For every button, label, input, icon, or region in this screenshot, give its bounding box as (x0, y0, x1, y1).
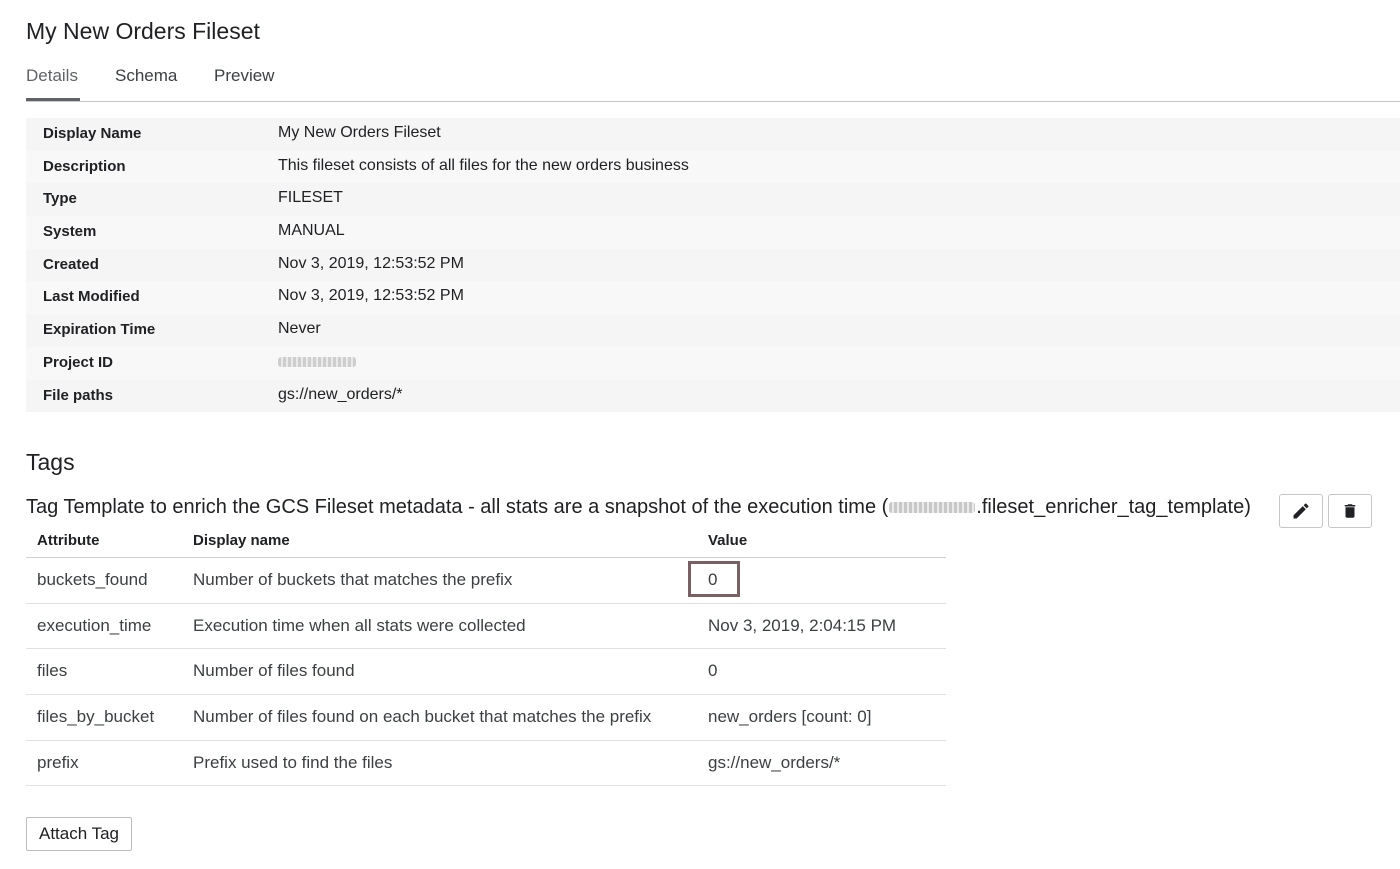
details-row: System MANUAL (26, 216, 1400, 249)
redacted-blur (278, 356, 356, 367)
details-label: Last Modified (43, 288, 140, 306)
delete-tag-button[interactable] (1328, 494, 1372, 528)
details-label: Type (43, 190, 77, 208)
tab-bar: Details Schema Preview (26, 62, 1400, 102)
attach-tag-button[interactable]: Attach Tag (26, 817, 132, 851)
project-id-redacted (278, 353, 356, 372)
redacted-blur (889, 502, 976, 514)
details-label: Expiration Time (43, 321, 156, 339)
display-name-cell: Number of buckets that matches the prefi… (193, 570, 513, 589)
value-cell: new_orders [count: 0] (708, 707, 872, 727)
value-cell: Nov 3, 2019, 2:04:15 PM (708, 615, 897, 635)
column-header: Attribute (37, 532, 100, 549)
details-label: Display Name (43, 125, 142, 142)
attribute-cell: prefix (37, 752, 79, 772)
details-row: Last Modified Nov 3, 2019, 12:53:52 PM (26, 281, 1400, 315)
details-label: System (43, 223, 97, 241)
details-row: Expiration Time Never (26, 314, 1400, 347)
table-row: buckets_found Number of buckets that mat… (26, 558, 946, 604)
tag-template-text: Tag Template to enrich the GCS Fileset m… (26, 496, 889, 518)
attribute-cell: files_by_bucket (37, 707, 155, 727)
details-table: Display Name My New Orders Fileset Descr… (26, 118, 1400, 413)
table-row: files Number of files found 0 (26, 649, 946, 696)
details-value: This fileset consists of all files for t… (278, 156, 689, 174)
attribute-cell: execution_time (37, 615, 152, 635)
display-name-cell: Execution time when all stats were colle… (193, 615, 526, 635)
attribute-cell: buckets_found (37, 570, 148, 589)
value-cell: 0 (708, 570, 718, 589)
details-row: Project ID (26, 346, 1400, 380)
details-row: Display Name My New Orders Fileset (26, 118, 1400, 151)
details-value: MANUAL (278, 222, 345, 240)
tab-preview[interactable]: Preview (214, 66, 274, 86)
details-value: Never (278, 320, 321, 338)
details-value: My New Orders Fileset (278, 124, 441, 141)
trash-icon (1344, 504, 1356, 518)
details-label: Project ID (43, 353, 114, 371)
tab-schema[interactable]: Schema (115, 66, 177, 86)
pencil-icon (1293, 503, 1309, 519)
tag-template-title: Tag Template to enrich the GCS Fileset m… (26, 496, 1251, 519)
details-label: Created (43, 255, 99, 273)
details-value: FILESET (278, 189, 343, 207)
tag-template-name: .fileset_enricher_tag_template) (976, 496, 1251, 518)
details-value: gs://new_orders/* (278, 385, 403, 403)
page-title: My New Orders Fileset (26, 18, 260, 44)
details-value: Nov 3, 2019, 12:53:52 PM (278, 254, 464, 272)
active-tab-indicator (26, 98, 80, 101)
display-name-cell: Number of files found on each bucket tha… (193, 707, 652, 727)
table-row: files_by_bucket Number of files found on… (26, 695, 946, 741)
details-row: Created Nov 3, 2019, 12:53:52 PM (26, 248, 1400, 282)
value-cell: gs://new_orders/* (708, 752, 841, 772)
details-row: File paths gs://new_orders/* (26, 379, 1400, 413)
display-name-cell: Number of files found (193, 661, 355, 681)
table-header: Attribute Display name Value (26, 526, 946, 558)
attribute-cell: files (37, 661, 68, 681)
details-value: Nov 3, 2019, 12:53:52 PM (278, 287, 464, 305)
value-cell: 0 (708, 661, 718, 681)
tags-heading: Tags (26, 449, 75, 475)
details-row: Description This fileset consists of all… (26, 150, 1400, 184)
table-row: prefix Prefix used to find the files gs:… (26, 741, 946, 787)
details-label: Description (43, 157, 126, 175)
display-name-cell: Prefix used to find the files (193, 752, 393, 772)
table-row: execution_time Execution time when all s… (26, 604, 946, 650)
details-label: File paths (43, 386, 114, 404)
tab-details[interactable]: Details (26, 66, 78, 86)
details-row: Type FILESET (26, 183, 1400, 217)
column-header: Value (708, 532, 748, 549)
column-header: Display name (193, 532, 290, 549)
tag-table: Attribute Display name Value buckets_fou… (26, 526, 946, 787)
edit-tag-button[interactable] (1279, 494, 1323, 528)
